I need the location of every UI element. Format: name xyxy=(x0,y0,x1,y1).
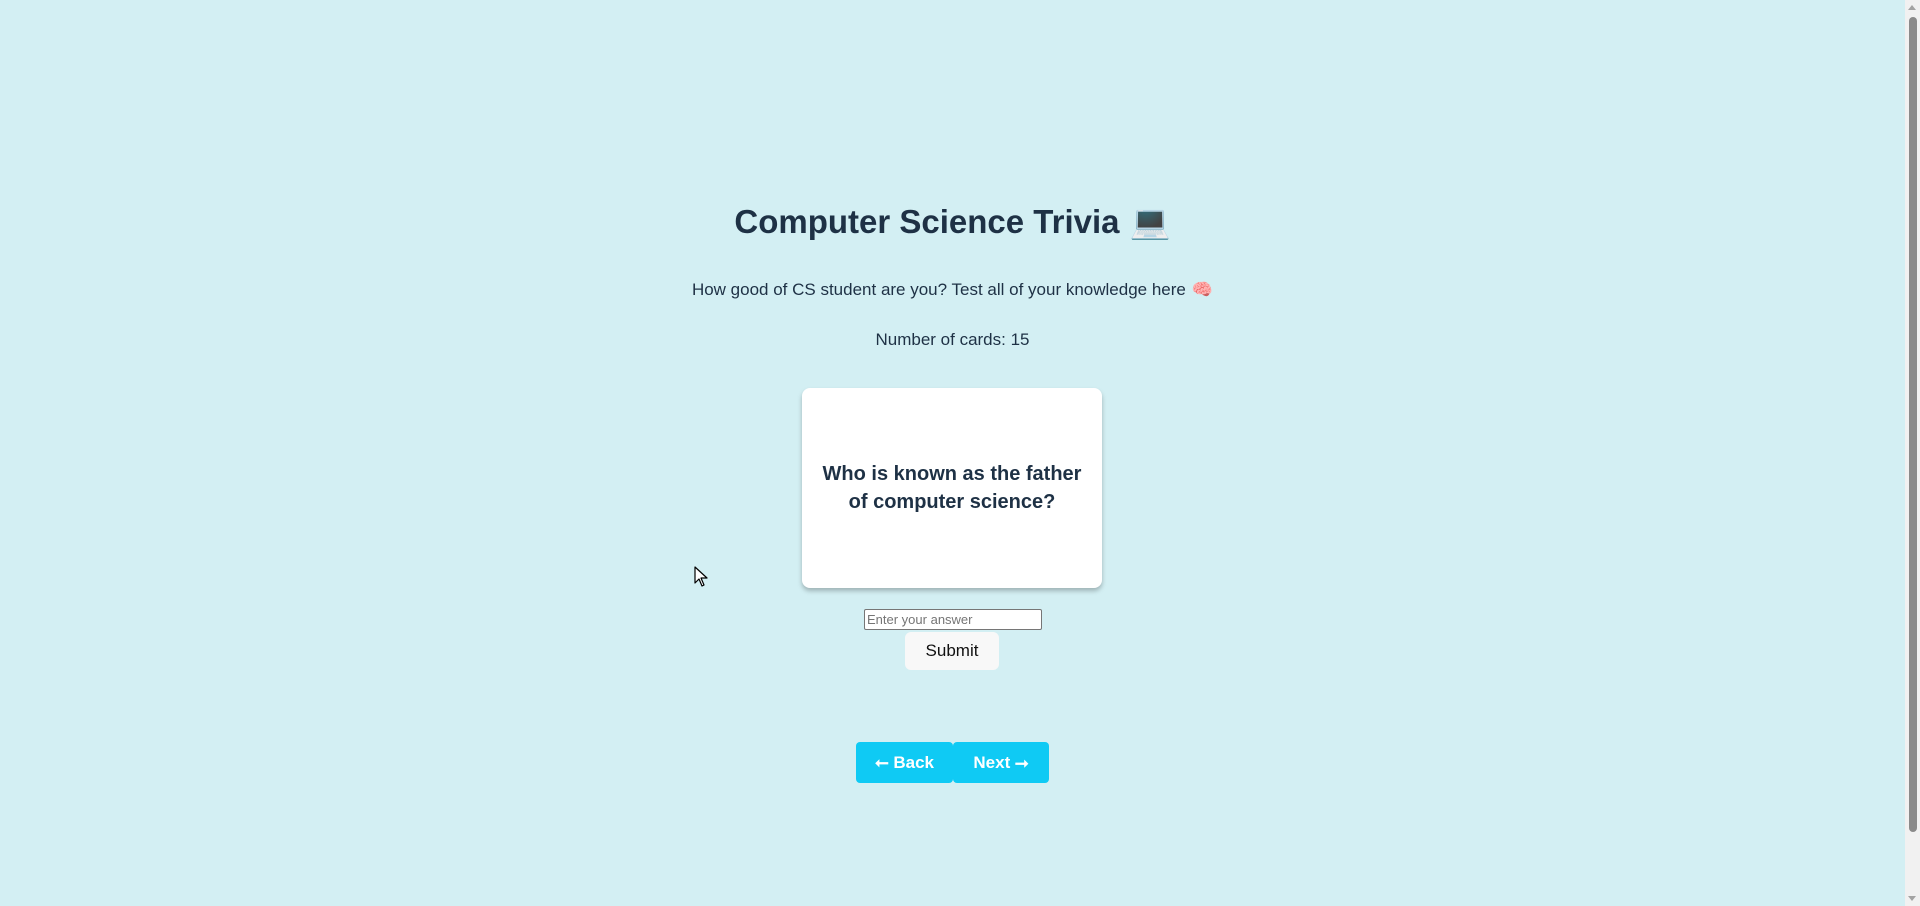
vertical-scrollbar[interactable] xyxy=(1905,0,1920,906)
submit-button[interactable]: Submit xyxy=(905,632,999,670)
scroll-up-arrow-icon[interactable] xyxy=(1908,5,1916,10)
answer-input[interactable] xyxy=(864,609,1042,630)
scrollbar-thumb[interactable] xyxy=(1909,17,1917,832)
laptop-icon: 💻 xyxy=(1129,203,1171,240)
title-text: Computer Science Trivia xyxy=(734,203,1120,240)
back-button[interactable]: ⭠ Back xyxy=(856,742,953,783)
page: Computer Science Trivia 💻 How good of CS … xyxy=(0,0,1920,906)
subtitle-text: How good of CS student are you? Test all… xyxy=(691,280,1186,299)
page-title: Computer Science Trivia 💻 xyxy=(0,198,1905,246)
next-button[interactable]: Next ⭢ xyxy=(953,742,1049,783)
card-count: Number of cards: 15 xyxy=(875,330,1030,349)
page-subtitle: How good of CS student are you? Test all… xyxy=(0,278,1905,302)
flashcard-question: Who is known as the father of computer s… xyxy=(822,463,1082,513)
mouse-cursor-icon xyxy=(694,566,708,587)
flashcard[interactable]: Who is known as the father of computer s… xyxy=(802,388,1102,588)
scroll-down-arrow-icon[interactable] xyxy=(1908,896,1916,901)
brain-icon: 🧠 xyxy=(1191,280,1214,299)
